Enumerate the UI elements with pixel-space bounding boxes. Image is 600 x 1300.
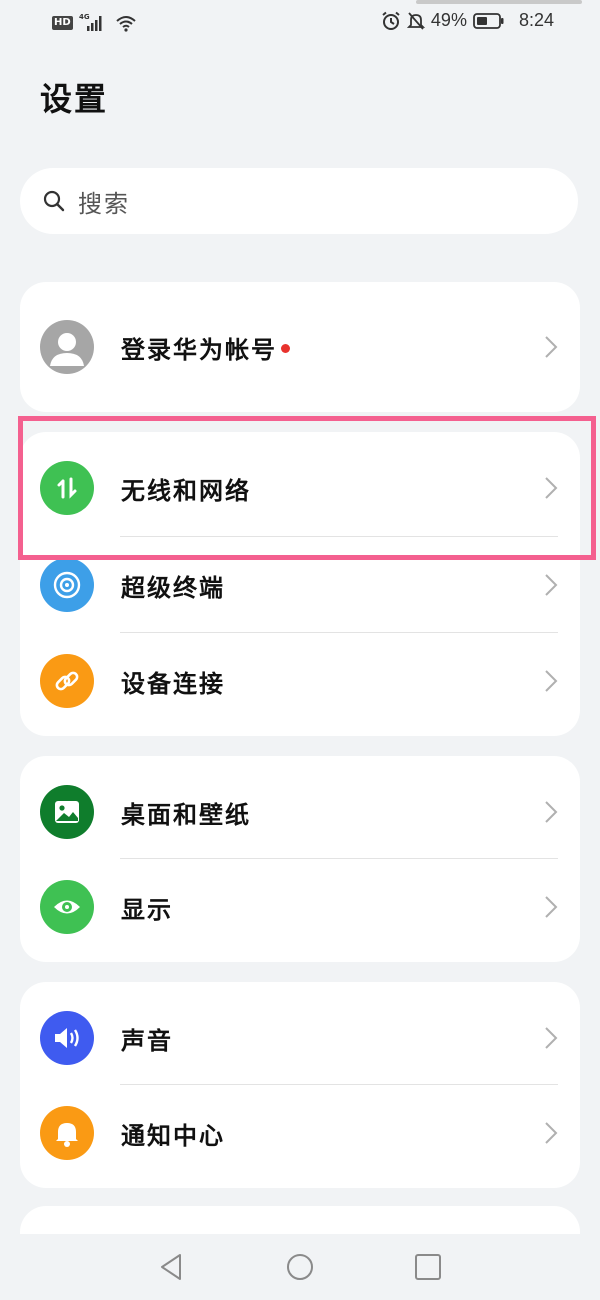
settings-item-device-connection[interactable]: 设备连接 [20,633,580,729]
search-icon [43,190,65,212]
notification-dot [281,344,290,353]
settings-item-label: 设备连接 [121,669,225,698]
cellular-signal-icon: 4G [79,13,102,31]
clock: 8:24 [518,10,554,30]
chevron-right-icon [545,670,558,692]
settings-group-display: 桌面和壁纸 显示 [20,756,580,962]
alarm-icon [382,11,400,30]
search-placeholder: 搜索 [78,189,130,218]
hd-badge: HD [52,16,73,30]
wifi-icon [116,16,136,32]
recents-icon[interactable] [413,1252,443,1282]
status-left: HD 4G [52,12,137,34]
eye-icon [40,880,94,934]
settings-item-label: 声音 [121,1026,173,1055]
settings-group-sound: 声音 通知中心 [20,982,580,1188]
search-bar[interactable]: 搜索 [20,168,578,234]
avatar [40,320,94,374]
settings-item-display[interactable]: 显示 [20,859,580,955]
mute-bell-icon [406,11,425,30]
chevron-right-icon [545,574,558,596]
settings-item-notification-center[interactable]: 通知中心 [20,1085,580,1181]
settings-screen: HD 4G 49% 8:24 设置 搜索 登录华为帐号 无线和网络 超级终端 设… [0,0,600,1300]
settings-item-wallpaper[interactable]: 桌面和壁纸 [20,764,580,860]
account-label: 登录华为帐号 [121,330,290,365]
avatar-person-icon [50,333,84,366]
speaker-icon [40,1011,94,1065]
chevron-right-icon [545,896,558,918]
settings-item-label: 显示 [121,895,173,924]
account-card: 登录华为帐号 [20,282,580,412]
status-bar: HD 4G 49% 8:24 [0,0,600,48]
chevron-right-icon [545,801,558,823]
account-row[interactable]: 登录华为帐号 [20,299,580,395]
chevron-right-icon [545,1027,558,1049]
settings-item-sound[interactable]: 声音 [20,990,580,1086]
battery-icon [473,12,504,29]
battery-percent: 49% [430,10,467,30]
account-label-text: 登录华为帐号 [121,335,277,364]
navigation-bar [0,1234,600,1300]
bell-icon [40,1106,94,1160]
status-right: 49% 8:24 [381,10,554,31]
wallpaper-icon [40,785,94,839]
page-title: 设置 [40,80,109,118]
chevron-right-icon [545,336,558,358]
top-indicator [416,0,582,4]
home-icon[interactable] [285,1252,315,1282]
super-device-icon [40,558,94,612]
chevron-right-icon [545,1122,558,1144]
network-type-label: 4G [79,13,90,21]
settings-item-label: 桌面和壁纸 [121,800,251,829]
link-icon [40,654,94,708]
settings-item-label: 通知中心 [121,1121,225,1150]
highlight-frame [18,416,596,560]
back-icon[interactable] [156,1252,186,1282]
settings-item-label: 超级终端 [121,573,225,602]
